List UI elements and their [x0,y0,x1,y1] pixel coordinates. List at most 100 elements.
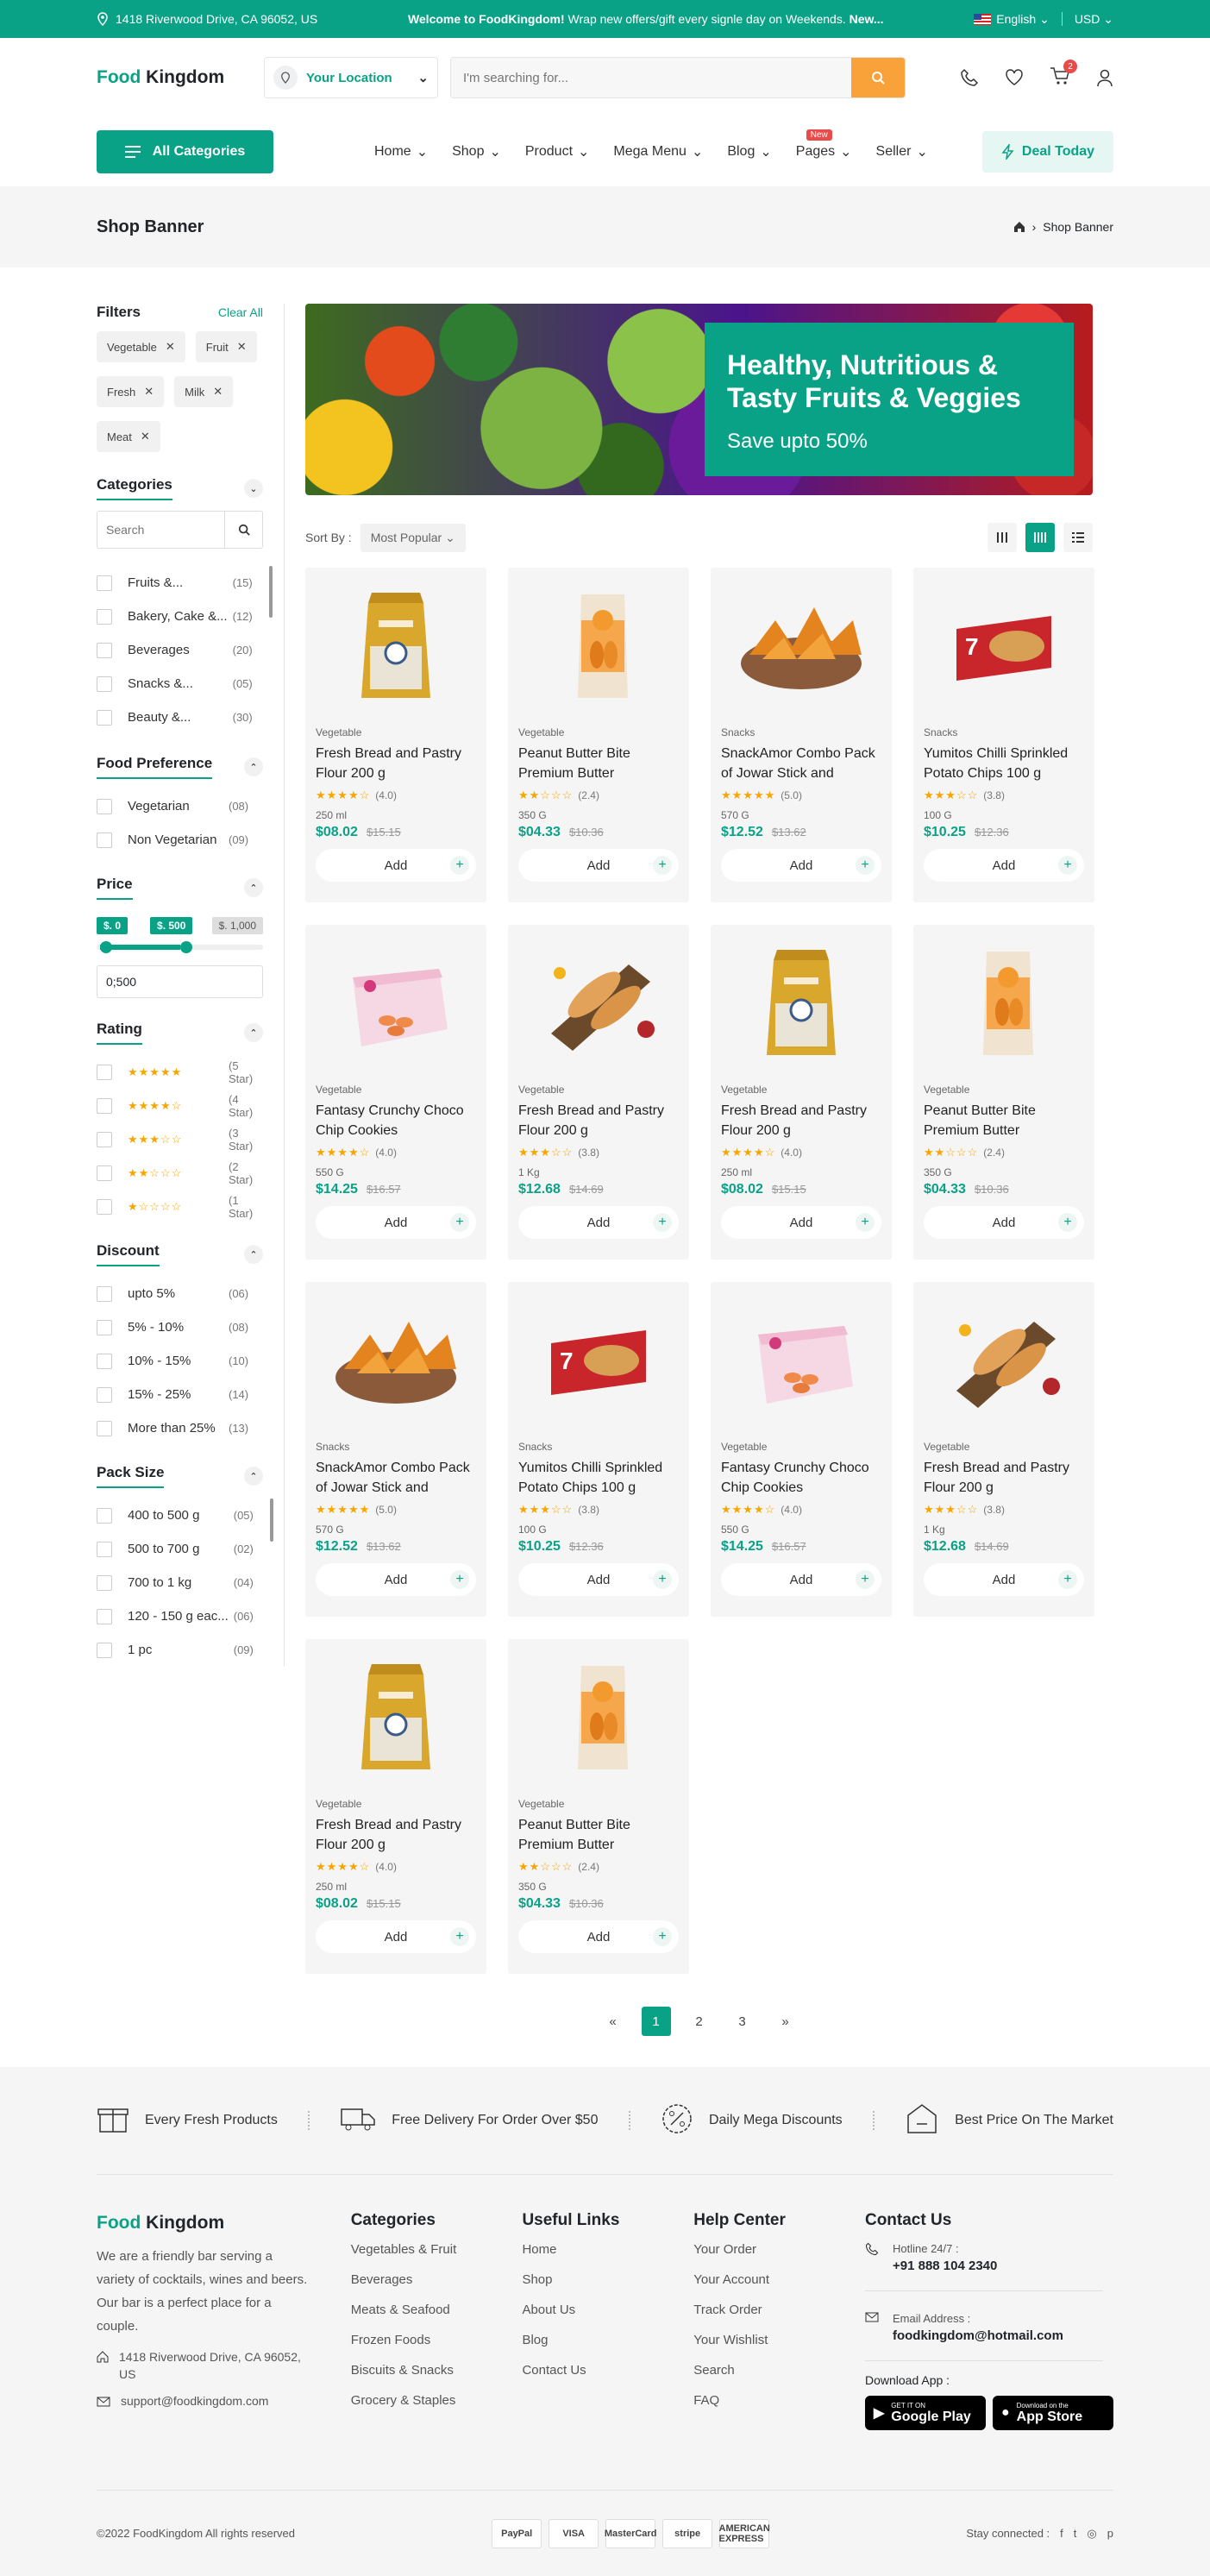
product-name[interactable]: Yumitos Chilli Sprinkled Potato Chips 10… [924,744,1084,783]
logo[interactable]: Food Kingdom [97,67,264,88]
filter-checkbox-row[interactable]: 5% - 10% (08) [97,1310,263,1344]
footer-link[interactable]: Meats & Seafood [351,2303,523,2317]
add-to-cart-button[interactable]: Add + [518,1563,679,1596]
footer-link[interactable]: Search [693,2363,865,2378]
product-card[interactable]: Vegetable Fantasy Crunchy Choco Chip Cook… [305,925,486,1260]
checkbox[interactable] [97,798,112,814]
sort-select[interactable]: Most Popular ⌄ [360,523,466,552]
product-image[interactable] [721,581,881,711]
add-to-cart-button[interactable]: Add + [316,849,476,882]
filter-checkbox-row[interactable]: Non Vegetarian (09) [97,823,263,857]
product-image[interactable] [316,939,476,1068]
product-card[interactable]: Vegetable Peanut Butter Bite Premium Butt… [913,925,1094,1260]
prev-page-button[interactable]: « [599,2007,628,2036]
language-select[interactable]: English ⌄ [974,12,1050,27]
plus-icon[interactable]: + [450,1927,469,1946]
nav-item-shop[interactable]: Shop ⌄ [440,143,513,160]
footer-link[interactable]: Grocery & Staples [351,2393,523,2408]
close-icon[interactable]: ✕ [166,340,175,354]
checkbox[interactable] [97,1131,112,1147]
chevron-up-icon[interactable]: ⌃ [244,878,263,897]
close-icon[interactable]: ✕ [237,340,247,354]
product-image[interactable]: 7 [518,1296,679,1425]
pinterest-icon[interactable]: p [1107,2527,1113,2541]
footer-link[interactable]: Your Account [693,2272,865,2287]
filter-checkbox-row[interactable]: 500 to 700 g (02) [97,1532,268,1566]
product-card[interactable]: Vegetable Fresh Bread and Pastry Flour 20… [913,1282,1094,1617]
product-card[interactable]: Vegetable Fresh Bread and Pastry Flour 20… [305,1639,486,1974]
plus-icon[interactable]: + [450,1570,469,1589]
grid-3-view-button[interactable] [987,523,1017,552]
product-card[interactable]: Vegetable Fresh Bread and Pastry Flour 20… [305,568,486,902]
filter-checkbox-row[interactable]: Fruits &... (15) [97,566,267,600]
product-image[interactable] [518,1653,679,1782]
product-card[interactable]: 7 Snacks Yumitos Chilli Sprinkled Potato C… [913,568,1094,902]
product-card[interactable]: Vegetable Fresh Bread and Pastry Flour 20… [711,925,892,1260]
checkbox[interactable] [97,1064,112,1080]
product-image[interactable] [721,1296,881,1425]
filter-checkbox-row[interactable]: Bakery, Cake &... (12) [97,600,267,633]
checkbox[interactable] [97,1541,112,1557]
product-card[interactable]: Snacks SnackAmor Combo Pack of Jowar Stic… [305,1282,486,1617]
product-image[interactable] [721,939,881,1068]
chevron-up-icon[interactable]: ⌃ [244,757,263,776]
product-name[interactable]: SnackAmor Combo Pack of Jowar Stick and … [721,744,881,783]
grid-4-view-button[interactable] [1025,523,1055,552]
checkbox[interactable] [97,642,112,658]
price-slider[interactable] [97,941,263,953]
plus-icon[interactable]: + [856,1213,875,1232]
nav-item-seller[interactable]: Seller ⌄ [864,143,940,160]
add-to-cart-button[interactable]: Add + [316,1563,476,1596]
checkbox[interactable] [97,1574,112,1591]
footer-link[interactable]: Vegetables & Fruit [351,2242,523,2257]
promo-banner[interactable]: Healthy, Nutritious & Tasty Fruits & Veg… [305,304,1093,495]
instagram-icon[interactable]: ◎ [1087,2527,1096,2541]
search-input[interactable] [451,58,851,97]
page-number-button[interactable]: 1 [641,2007,671,2036]
checkbox[interactable] [97,608,112,625]
product-image[interactable]: 7 [924,581,1084,711]
cart-button[interactable]: 2 [1050,60,1077,89]
product-name[interactable]: SnackAmor Combo Pack of Jowar Stick and … [316,1458,476,1498]
user-icon[interactable] [1096,68,1113,87]
google-play-button[interactable]: ▶ GET IT ON Google Play [864,2396,986,2430]
product-card[interactable]: Vegetable Peanut Butter Bite Premium Butt… [508,1639,689,1974]
filter-checkbox-row[interactable]: 700 to 1 kg (04) [97,1566,268,1599]
close-icon[interactable]: ✕ [141,430,150,443]
checkbox[interactable] [97,1420,112,1436]
product-name[interactable]: Fresh Bread and Pastry Flour 200 g [316,744,476,783]
category-search-input[interactable] [97,523,224,537]
checkbox[interactable] [97,1507,112,1524]
rating-filter-row[interactable]: ★★★★☆ (4 Star) [97,1089,263,1122]
footer-link[interactable]: Biscuits & Snacks [351,2363,523,2378]
search-icon[interactable] [224,512,262,548]
filter-checkbox-row[interactable]: 10% - 15% (10) [97,1344,263,1378]
checkbox[interactable] [97,1165,112,1181]
product-card[interactable]: Snacks SnackAmor Combo Pack of Jowar Stic… [711,568,892,902]
checkbox[interactable] [97,1608,112,1624]
price-min-handle[interactable] [100,941,112,953]
footer-link[interactable]: Your Order [693,2242,865,2257]
rating-filter-row[interactable]: ★★★★★ (5 Star) [97,1055,263,1089]
app-store-button[interactable]: ● Download on the App Store [992,2396,1113,2430]
page-number-button[interactable]: 3 [728,2007,757,2036]
product-image[interactable] [316,581,476,711]
product-name[interactable]: Peanut Butter Bite Premium Butter Cookie… [518,744,679,783]
rating-filter-row[interactable]: ★☆☆☆☆ (1 Star) [97,1190,263,1223]
footer-email[interactable]: support@foodkingdom.com [121,2390,268,2413]
facebook-icon[interactable]: f [1060,2527,1063,2541]
product-name[interactable]: Fresh Bread and Pastry Flour 200 g [518,1101,679,1140]
checkbox[interactable] [97,1642,112,1658]
checkbox[interactable] [97,1285,112,1302]
product-image[interactable] [518,581,679,711]
all-categories-button[interactable]: All Categories [97,130,273,173]
add-to-cart-button[interactable]: Add + [721,1206,881,1239]
footer-link[interactable]: Home [522,2242,693,2257]
filter-checkbox-row[interactable]: 400 to 500 g (05) [97,1498,268,1532]
list-view-button[interactable] [1063,523,1093,552]
plus-icon[interactable]: + [1058,856,1077,875]
close-icon[interactable]: ✕ [144,385,154,399]
filter-checkbox-row[interactable]: 15% - 25% (14) [97,1378,263,1411]
phone-icon[interactable] [960,68,979,87]
footer-link[interactable]: FAQ [693,2393,865,2408]
